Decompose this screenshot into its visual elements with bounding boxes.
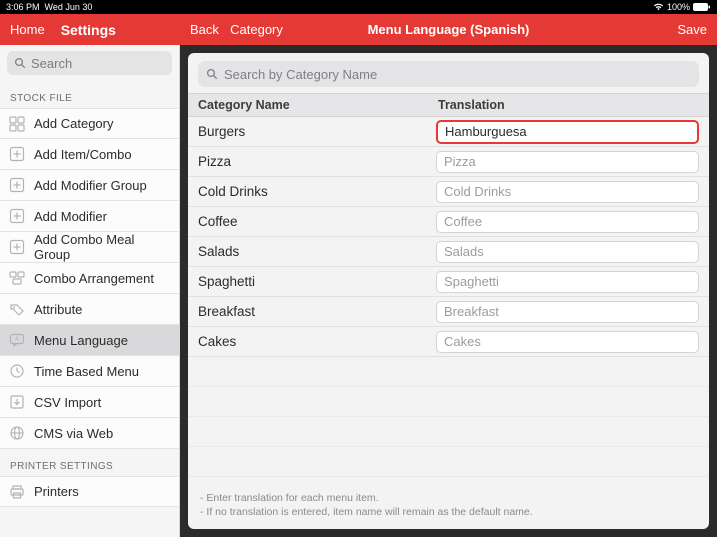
status-date: Wed Jun 30 (45, 2, 93, 12)
nav-home[interactable]: Home (10, 22, 45, 37)
sidebar-item-add-modifier-group[interactable]: Add Modifier Group (0, 170, 179, 201)
status-bar: 3:06 PM Wed Jun 30 100% (0, 0, 717, 14)
sidebar-item-label: Add Combo Meal Group (34, 232, 171, 262)
table-header: Category Name Translation (188, 93, 709, 117)
main-panel: Category Name Translation Burgers Pizza Co… (180, 45, 717, 537)
section-stock-file: STOCK FILE (0, 81, 179, 108)
category-search-input[interactable] (224, 67, 691, 82)
clock-icon (8, 362, 26, 380)
battery-pct: 100% (667, 2, 690, 12)
sidebar-item-label: Add Category (34, 116, 114, 131)
category-name: Burgers (198, 124, 436, 139)
sidebar-item-add-modifier[interactable]: Add Modifier (0, 201, 179, 232)
translation-input[interactable] (436, 181, 699, 203)
table-row: Cakes (188, 327, 709, 357)
sidebar-item-label: Menu Language (34, 333, 128, 348)
footnote: - Enter translation for each menu item. … (188, 485, 709, 529)
plus-icon (8, 176, 26, 194)
table-row: Pizza (188, 147, 709, 177)
svg-text:A: A (15, 337, 19, 343)
table-row: Burgers (188, 117, 709, 147)
search-icon (14, 57, 26, 69)
col-translation: Translation (436, 98, 709, 112)
sidebar-item-label: CMS via Web (34, 426, 113, 441)
sidebar-item-label: Add Modifier Group (34, 178, 147, 193)
plus-icon (8, 145, 26, 163)
sidebar-item-cms-via-web[interactable]: CMS via Web (0, 418, 179, 449)
sidebar-item-label: Time Based Menu (34, 364, 139, 379)
category-name: Spaghetti (198, 274, 436, 289)
category-name: Breakfast (198, 304, 436, 319)
translation-input[interactable] (436, 301, 699, 323)
sidebar-search[interactable] (7, 51, 172, 75)
back-button[interactable]: Back (190, 22, 219, 37)
category-name: Cold Drinks (198, 184, 436, 199)
translation-input[interactable] (436, 120, 699, 144)
category-search[interactable] (198, 61, 699, 87)
table-row: Coffee (188, 207, 709, 237)
translation-input[interactable] (436, 211, 699, 233)
sidebar-item-label: Attribute (34, 302, 82, 317)
translation-input[interactable] (436, 241, 699, 263)
status-time: 3:06 PM (6, 2, 40, 12)
category-name: Pizza (198, 154, 436, 169)
sidebar-item-label: Add Item/Combo (34, 147, 132, 162)
back-category[interactable]: Category (230, 22, 283, 37)
sidebar-item-combo-arrangement[interactable]: Combo Arrangement (0, 263, 179, 294)
printer-icon (8, 483, 26, 501)
table-row: Breakfast (188, 297, 709, 327)
category-name: Salads (198, 244, 436, 259)
sidebar-item-csv-import[interactable]: CSV Import (0, 387, 179, 418)
col-category-name: Category Name (188, 98, 436, 112)
sidebar-item-label: Add Modifier (34, 209, 107, 224)
sidebar-item-add-item-combo[interactable]: Add Item/Combo (0, 139, 179, 170)
sidebar-item-add-category[interactable]: Add Category (0, 108, 179, 139)
translation-input[interactable] (436, 331, 699, 353)
sidebar-item-menu-language[interactable]: A Menu Language (0, 325, 179, 356)
sidebar-item-time-based-menu[interactable]: Time Based Menu (0, 356, 179, 387)
sidebar-item-label: CSV Import (34, 395, 101, 410)
translation-input[interactable] (436, 271, 699, 293)
table-row: Spaghetti (188, 267, 709, 297)
table-row: Salads (188, 237, 709, 267)
save-button[interactable]: Save (677, 22, 707, 37)
chat-icon: A (8, 331, 26, 349)
nav-settings[interactable]: Settings (61, 22, 116, 38)
web-icon (8, 424, 26, 442)
sidebar-item-label: Combo Arrangement (34, 271, 154, 286)
import-icon (8, 393, 26, 411)
search-icon (206, 68, 218, 80)
translation-input[interactable] (436, 151, 699, 173)
category-name: Coffee (198, 214, 436, 229)
plus-icon (8, 238, 26, 256)
table-row: Cold Drinks (188, 177, 709, 207)
wifi-icon (653, 3, 664, 11)
category-name: Cakes (198, 334, 436, 349)
grid-icon (8, 115, 26, 133)
sidebar-item-label: Printers (34, 484, 79, 499)
sidebar-item-attribute[interactable]: Attribute (0, 294, 179, 325)
app-header: Home Settings Back Category Menu Languag… (0, 14, 717, 45)
battery-icon (693, 3, 711, 11)
plus-icon (8, 207, 26, 225)
sidebar: STOCK FILE Add Category Add Item/Combo Add… (0, 45, 180, 537)
tag-icon (8, 300, 26, 318)
sidebar-item-add-combo-meal-group[interactable]: Add Combo Meal Group (0, 232, 179, 263)
section-printer-settings: PRINTER SETTINGS (0, 449, 179, 476)
combo-icon (8, 269, 26, 287)
sidebar-item-printers[interactable]: Printers (0, 476, 179, 507)
